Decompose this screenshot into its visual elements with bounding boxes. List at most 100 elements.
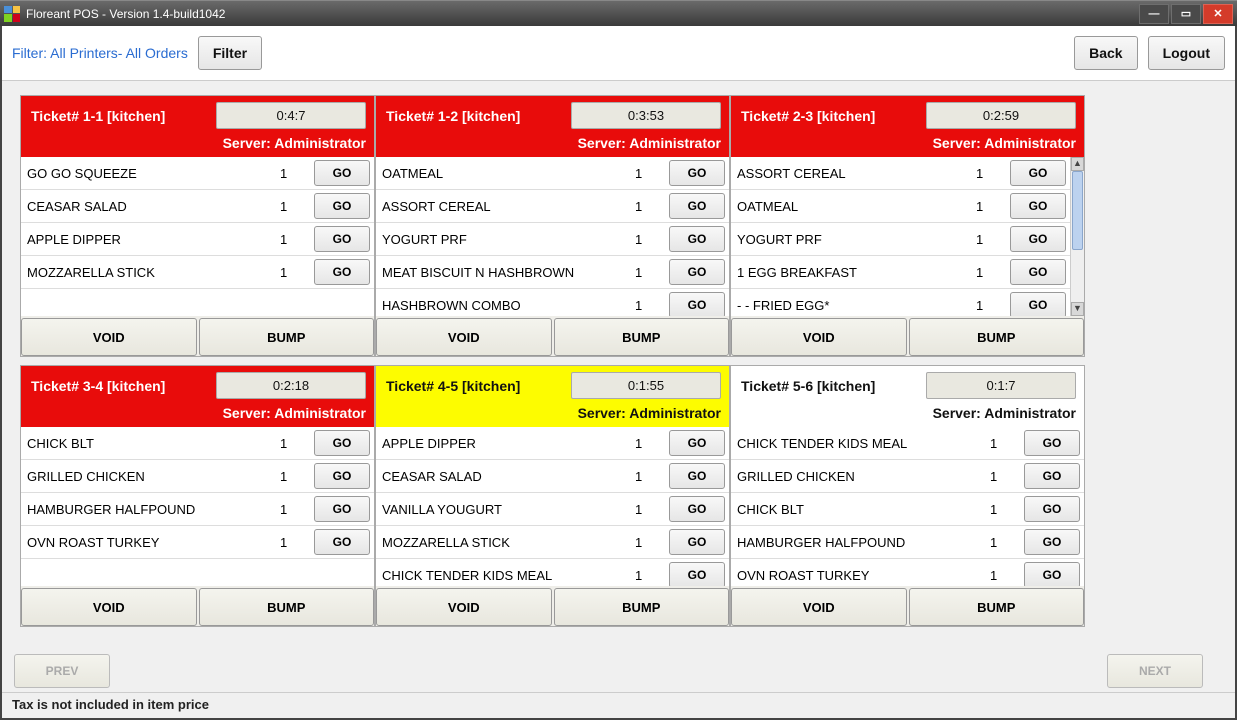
- item-go-button[interactable]: GO: [669, 160, 725, 186]
- window-title: Floreant POS - Version 1.4-build1042: [26, 7, 1137, 21]
- item-row: OVN ROAST TURKEY1GO: [21, 526, 374, 559]
- bump-button[interactable]: BUMP: [909, 588, 1085, 626]
- void-button[interactable]: VOID: [21, 588, 197, 626]
- item-row: MEAT BISCUIT N HASHBROWN 1 GO: [376, 256, 729, 289]
- item-go-button[interactable]: GO: [669, 193, 725, 219]
- item-go-button[interactable]: GO: [314, 193, 370, 219]
- item-go-button[interactable]: GO: [314, 259, 370, 285]
- item-go-button[interactable]: GO: [669, 430, 725, 456]
- item-qty: 1: [976, 265, 1006, 280]
- status-bar: Tax is not included in item price: [2, 692, 1235, 718]
- item-go-button[interactable]: GO: [1010, 292, 1066, 316]
- void-button[interactable]: VOID: [21, 318, 197, 356]
- item-go-button[interactable]: GO: [1024, 529, 1080, 555]
- tickets-grid: Ticket# 1-1 [kitchen]0:4:7Server: Admini…: [2, 81, 1235, 648]
- ticket-actions: VOIDBUMP: [731, 586, 1084, 626]
- ticket-timer: 0:2:18: [216, 372, 366, 399]
- back-button[interactable]: Back: [1074, 36, 1137, 70]
- item-go-button[interactable]: GO: [1024, 562, 1080, 586]
- maximize-button[interactable]: ▭: [1171, 4, 1201, 24]
- item-go-button[interactable]: GO: [1010, 226, 1066, 252]
- item-qty: 1: [280, 469, 310, 484]
- ticket-items: OATMEAL1GOASSORT CEREAL1GOYOGURT PRF1GOM…: [376, 157, 729, 316]
- void-button[interactable]: VOID: [731, 588, 907, 626]
- item-name: MOZZARELLA STICK: [382, 535, 631, 550]
- ticket-header: Ticket# 4-5 [kitchen] 0:1:55 Server: Admin…: [376, 366, 729, 427]
- minimize-button[interactable]: —: [1139, 4, 1169, 24]
- item-go-button[interactable]: GO: [314, 463, 370, 489]
- bump-button[interactable]: BUMP: [199, 588, 375, 626]
- ticket-server: Server: Administrator: [31, 135, 366, 151]
- item-name: CHICK TENDER KIDS MEAL: [382, 568, 631, 583]
- item-row: APPLE DIPPER1GO: [21, 223, 374, 256]
- logout-button[interactable]: Logout: [1148, 36, 1225, 70]
- scrollbar[interactable]: ▲▼: [1070, 157, 1084, 316]
- filter-summary: Filter: All Printers- All Orders: [12, 45, 188, 61]
- item-qty: 1: [990, 436, 1020, 451]
- item-go-button[interactable]: GO: [669, 529, 725, 555]
- ticket-header: Ticket# 3-4 [kitchen]0:2:18Server: Admin…: [21, 366, 374, 427]
- item-qty: 1: [280, 502, 310, 517]
- bump-button[interactable]: BUMP: [554, 318, 730, 356]
- item-go-button[interactable]: GO: [314, 430, 370, 456]
- item-go-button[interactable]: GO: [669, 259, 725, 285]
- ticket-timer: 0:1:55: [571, 372, 721, 399]
- ticket-server: Server: Administrator: [741, 405, 1076, 421]
- bump-button[interactable]: BUMP: [554, 588, 730, 626]
- item-row: VANILLA YOUGURT1GO: [376, 493, 729, 526]
- item-qty: 1: [976, 298, 1006, 313]
- item-name: HAMBURGER HALFPOUND: [737, 535, 986, 550]
- next-button[interactable]: NEXT: [1107, 654, 1203, 688]
- void-button[interactable]: VOID: [376, 318, 552, 356]
- item-row: CHICK TENDER KIDS MEAL1GO: [376, 559, 729, 586]
- item-row: CHICK TENDER KIDS MEAL1GO: [731, 427, 1084, 460]
- item-row: HAMBURGER HALFPOUND1GO: [21, 493, 374, 526]
- item-name: OVN ROAST TURKEY: [737, 568, 986, 583]
- item-name: YOGURT PRF: [737, 232, 972, 247]
- item-go-button[interactable]: GO: [1024, 496, 1080, 522]
- ticket-title: Ticket# 1-2 [kitchen]: [386, 108, 520, 124]
- item-go-button[interactable]: GO: [1024, 463, 1080, 489]
- void-button[interactable]: VOID: [731, 318, 907, 356]
- item-qty: 1: [635, 166, 665, 181]
- item-name: MEAT BISCUIT N HASHBROWN: [382, 265, 631, 280]
- item-go-button[interactable]: GO: [1010, 193, 1066, 219]
- item-row: GRILLED CHICKEN1GO: [21, 460, 374, 493]
- item-go-button[interactable]: GO: [669, 292, 725, 316]
- ticket-items: GO GO SQUEEZE1GOCEASAR SALAD1GOAPPLE DIP…: [21, 157, 374, 316]
- item-go-button[interactable]: GO: [314, 529, 370, 555]
- item-go-button[interactable]: GO: [1010, 259, 1066, 285]
- item-name: GO GO SQUEEZE: [27, 166, 276, 181]
- item-go-button[interactable]: GO: [669, 562, 725, 586]
- item-row: HASHBROWN COMBO1GO: [376, 289, 729, 316]
- item-go-button[interactable]: GO: [669, 463, 725, 489]
- item-go-button[interactable]: GO: [1024, 430, 1080, 456]
- item-go-button[interactable]: GO: [669, 496, 725, 522]
- ticket-title: Ticket# 4-5 [kitchen]: [386, 378, 520, 394]
- item-go-button[interactable]: GO: [314, 496, 370, 522]
- item-go-button[interactable]: GO: [314, 226, 370, 252]
- ticket-server: Server: Administrator: [386, 405, 721, 421]
- item-name: CHICK BLT: [737, 502, 986, 517]
- item-go-button[interactable]: GO: [669, 226, 725, 252]
- ticket-actions: VOIDBUMP: [376, 586, 729, 626]
- item-qty: 1: [976, 199, 1006, 214]
- item-go-button[interactable]: GO: [1010, 160, 1066, 186]
- item-name: MOZZARELLA STICK: [27, 265, 276, 280]
- filter-button[interactable]: Filter: [198, 36, 262, 70]
- ticket-actions: VOIDBUMP: [731, 316, 1084, 356]
- item-qty: 1: [990, 535, 1020, 550]
- item-name: OATMEAL: [737, 199, 972, 214]
- void-button[interactable]: VOID: [376, 588, 552, 626]
- item-go-button[interactable]: GO: [314, 160, 370, 186]
- item-row: CEASAR SALAD1GO: [21, 190, 374, 223]
- bump-button[interactable]: BUMP: [199, 318, 375, 356]
- item-name: OVN ROAST TURKEY: [27, 535, 276, 550]
- item-row: GO GO SQUEEZE1GO: [21, 157, 374, 190]
- close-button[interactable]: ✕: [1203, 4, 1233, 24]
- item-row: CHICK BLT1GO: [731, 493, 1084, 526]
- item-qty: 1: [635, 265, 665, 280]
- ticket-actions: VOIDBUMP: [376, 316, 729, 356]
- bump-button[interactable]: BUMP: [909, 318, 1085, 356]
- prev-button[interactable]: PREV: [14, 654, 110, 688]
